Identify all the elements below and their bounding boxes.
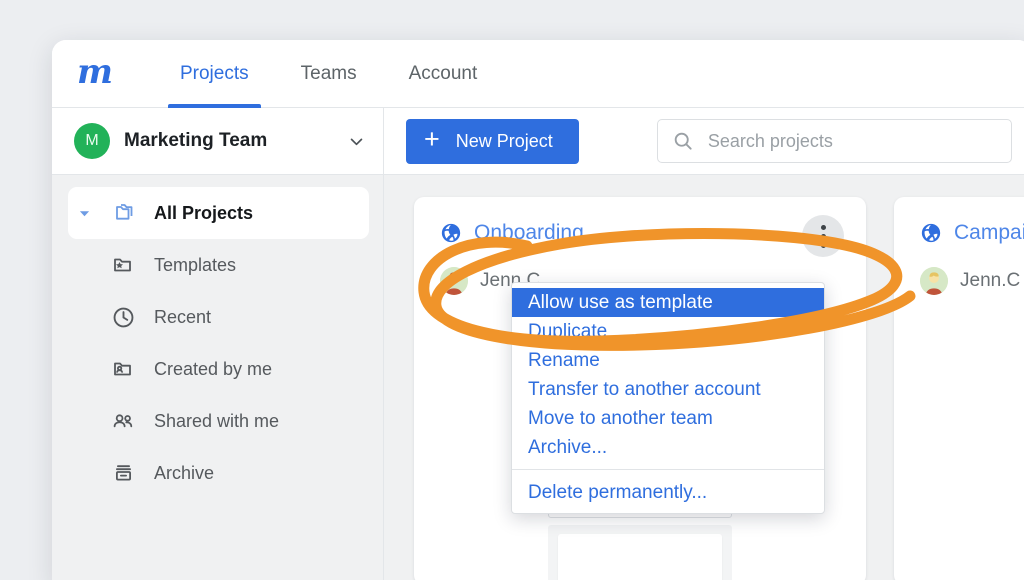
tab-account[interactable]: Account [383, 40, 504, 107]
avatar [920, 267, 948, 295]
menu-item-rename[interactable]: Rename [512, 346, 824, 375]
globe-icon [441, 223, 461, 243]
team-avatar-initial: M [85, 132, 99, 149]
card-header: Campaigns [920, 221, 1024, 245]
clock-icon [108, 303, 138, 331]
sidebar-item-shared-with-me[interactable]: Shared with me [68, 395, 369, 447]
card-meta-row: Jenn.C - upd [920, 267, 1024, 295]
sidebar-nav: All Projects Templates Recent Created by… [52, 175, 383, 580]
team-name: Marketing Team [124, 130, 268, 151]
content-toolbar: + New Project [384, 108, 1024, 175]
sidebar: M Marketing Team All Projects Templates … [52, 108, 384, 580]
tab-account-label: Account [408, 62, 478, 84]
kebab-dot [820, 224, 826, 230]
chevron-down-icon [350, 138, 363, 145]
menu-item-label: Duplicate [528, 320, 608, 342]
search-box[interactable] [656, 119, 1012, 163]
sidebar-item-archive[interactable]: Archive [68, 447, 369, 499]
thumb-image-block [558, 534, 722, 580]
sidebar-item-created-by-me[interactable]: Created by me [68, 343, 369, 395]
main-tabs: Projects Teams Account [154, 40, 504, 108]
search-input[interactable] [707, 130, 997, 152]
sidebar-item-label: Recent [154, 306, 212, 327]
tab-teams[interactable]: Teams [275, 40, 383, 107]
sidebar-item-all-projects[interactable]: All Projects [68, 187, 369, 239]
users-icon [108, 407, 138, 435]
new-project-button[interactable]: + New Project [406, 118, 579, 164]
card-title[interactable]: Campaigns [954, 221, 1024, 245]
project-card-campaigns[interactable]: Campaigns Jenn.C - u [894, 197, 1024, 580]
menu-separator [512, 469, 824, 470]
card-meta: Jenn.C - upd [960, 270, 1024, 291]
new-project-label: New Project [455, 130, 553, 151]
card-header: Onboarding [440, 221, 840, 245]
sidebar-item-label: Templates [154, 254, 237, 275]
sidebar-item-label: Archive [154, 462, 215, 483]
top-navigation-bar: m Projects Teams Account [52, 40, 1024, 108]
menu-item-allow-use-as-template[interactable]: Allow use as template [512, 288, 824, 317]
screenshot-root: m Projects Teams Account M Marketing Tea… [0, 0, 1024, 580]
sidebar-item-label: Shared with me [154, 410, 280, 431]
thumb-page-preview: Lorem ipsum Lorem ipsum dolor sit amet, … [548, 525, 732, 580]
menu-item-duplicate[interactable]: Duplicate [512, 317, 824, 346]
globe-icon [921, 223, 941, 243]
team-avatar: M [74, 123, 110, 159]
tab-projects-label: Projects [179, 62, 249, 84]
brand-logo[interactable]: m [77, 55, 113, 93]
archive-box-icon [108, 459, 138, 487]
menu-item-delete-permanently[interactable]: Delete permanently... [512, 478, 824, 507]
tab-teams-label: Teams [300, 62, 357, 84]
menu-item-move-to-another-team[interactable]: Move to another team [512, 404, 824, 433]
plus-icon: + [424, 124, 440, 154]
menu-item-label: Archive... [528, 436, 608, 458]
caret-down-icon [76, 208, 92, 219]
sidebar-item-label: All Projects [154, 202, 254, 223]
sidebar-item-templates[interactable]: Templates [68, 239, 369, 291]
avatar [440, 267, 468, 295]
card-title[interactable]: Onboarding [474, 221, 584, 245]
folder-user-icon [108, 355, 138, 383]
menu-item-label: Allow use as template [528, 291, 713, 313]
team-selector[interactable]: M Marketing Team [52, 108, 383, 175]
folder-star-icon [108, 251, 138, 279]
card-kebab-menu-button[interactable] [802, 215, 844, 257]
menu-item-label: Delete permanently... [528, 481, 708, 503]
menu-item-label: Rename [528, 349, 600, 371]
folders-icon [108, 199, 138, 227]
kebab-dot [820, 242, 826, 248]
menu-item-archive[interactable]: Archive... [512, 433, 824, 462]
menu-item-label: Transfer to another account [528, 378, 761, 400]
project-context-menu: Allow use as template Duplicate Rename T… [511, 282, 825, 514]
menu-item-label: Move to another team [528, 407, 713, 429]
tab-projects[interactable]: Projects [154, 40, 275, 108]
kebab-dot [820, 233, 826, 239]
search-icon [674, 132, 692, 150]
sidebar-item-label: Created by me [154, 358, 273, 379]
menu-item-transfer-to-another-account[interactable]: Transfer to another account [512, 375, 824, 404]
sidebar-item-recent[interactable]: Recent [68, 291, 369, 343]
